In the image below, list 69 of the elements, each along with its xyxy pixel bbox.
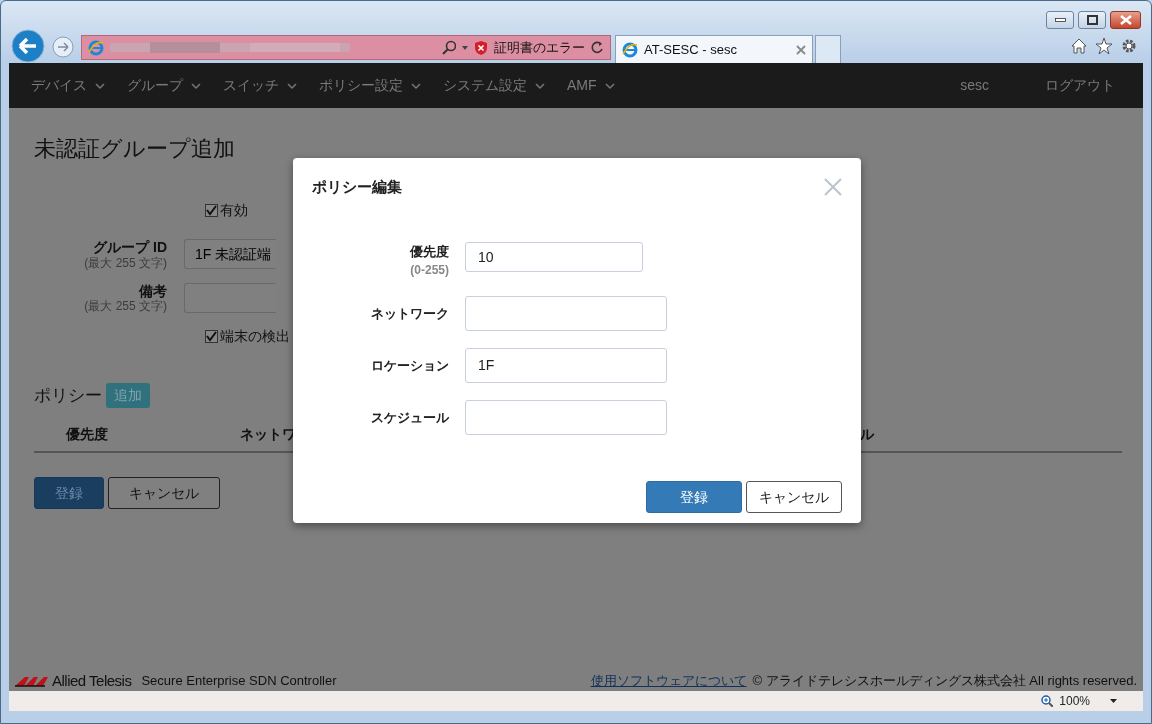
- certificate-error-text[interactable]: 証明書のエラー: [494, 37, 585, 58]
- nav-menu[interactable]: AMF: [559, 75, 623, 96]
- star-icon[interactable]: [1096, 38, 1112, 54]
- check-icon: [206, 205, 217, 217]
- field-hint: (最大 255 文字): [83, 299, 167, 314]
- chevron-down-icon: [287, 81, 297, 90]
- field-label: 優先度: [408, 242, 449, 261]
- input-field[interactable]: 10: [465, 241, 643, 272]
- column-header: 優先度: [65, 425, 109, 445]
- checkbox[interactable]: [205, 204, 218, 218]
- maximize-button[interactable]: [1078, 11, 1106, 29]
- nav-menu[interactable]: スイッチ: [215, 75, 305, 96]
- close-button[interactable]: [1110, 11, 1141, 29]
- software-link[interactable]: 使用ソフトウェアについて: [590, 671, 747, 691]
- browser-tab[interactable]: AT-SESC - sesc: [615, 35, 813, 63]
- browser-logo-icon: [88, 39, 104, 56]
- field-label: ロケーション: [370, 357, 449, 375]
- user-name: sesc: [959, 76, 990, 95]
- back-button[interactable]: [11, 29, 45, 63]
- nav-menu[interactable]: グループ: [119, 75, 209, 96]
- copyright-text: © アライドテレシスホールディングス株式会社 All rights reserved.: [752, 672, 1137, 691]
- input-field[interactable]: 1F: [465, 348, 667, 383]
- address-bar[interactable]: 証明書のエラー: [81, 35, 611, 60]
- column-header: ル: [860, 425, 875, 445]
- submit-button[interactable]: 登録: [646, 481, 742, 513]
- section-heading: ポリシー: [34, 384, 102, 407]
- checkbox-label[interactable]: 端末の検出: [220, 325, 290, 347]
- chevron-down-icon: [191, 81, 201, 90]
- field-hint: (最大 255 文字): [83, 256, 167, 271]
- product-name: Secure Enterprise SDN Controller: [141, 672, 337, 691]
- field-label: 備考: [138, 282, 167, 300]
- zoom-level[interactable]: 100%: [1059, 692, 1090, 710]
- field-label: ネットワーク: [370, 305, 449, 323]
- field-label: スケジュール: [370, 409, 449, 427]
- chevron-down-icon: [604, 81, 615, 90]
- chevron-down-icon: [95, 81, 105, 90]
- zoom-icon[interactable]: [1041, 695, 1054, 707]
- submit-button[interactable]: 登録: [34, 477, 104, 510]
- browser-logo-icon: [622, 41, 638, 58]
- cancel-button[interactable]: キャンセル: [746, 481, 842, 513]
- logout-link[interactable]: ログアウト: [1037, 75, 1123, 96]
- checkbox-label[interactable]: 有効: [220, 200, 248, 222]
- settings-icon[interactable]: [1121, 38, 1137, 54]
- refresh-icon[interactable]: [591, 41, 604, 54]
- minimize-button[interactable]: [1046, 11, 1074, 29]
- error-shield-icon: [474, 40, 488, 55]
- page-title: 未認証グループ追加: [34, 136, 236, 163]
- checkbox[interactable]: [205, 329, 218, 343]
- nav-menu[interactable]: システム設定: [435, 75, 553, 96]
- brand-name: Allied Telesis: [52, 670, 132, 691]
- maximize-icon: [1086, 15, 1098, 25]
- chevron-down-icon: [535, 81, 545, 90]
- field-hint: (0-255): [409, 262, 449, 279]
- close-icon[interactable]: [796, 44, 806, 55]
- field-label: グループ ID: [92, 239, 167, 257]
- home-icon[interactable]: [1071, 38, 1087, 54]
- nav-menu[interactable]: デバイス: [23, 75, 113, 96]
- check-icon: [206, 330, 217, 342]
- cancel-button[interactable]: キャンセル: [108, 477, 220, 510]
- logo-icon: [15, 675, 49, 687]
- minimize-icon: [1054, 18, 1066, 22]
- caret-icon[interactable]: [1110, 699, 1117, 703]
- close-icon: [1119, 15, 1132, 25]
- tab-title: AT-SESC - sesc: [644, 40, 738, 59]
- chevron-down-icon: [411, 81, 421, 90]
- search-icon[interactable]: [442, 40, 456, 55]
- nav-menu[interactable]: ポリシー設定: [311, 75, 429, 96]
- modal-title: ポリシー編集: [312, 177, 402, 197]
- input-field[interactable]: 1F 未認証端: [184, 239, 276, 270]
